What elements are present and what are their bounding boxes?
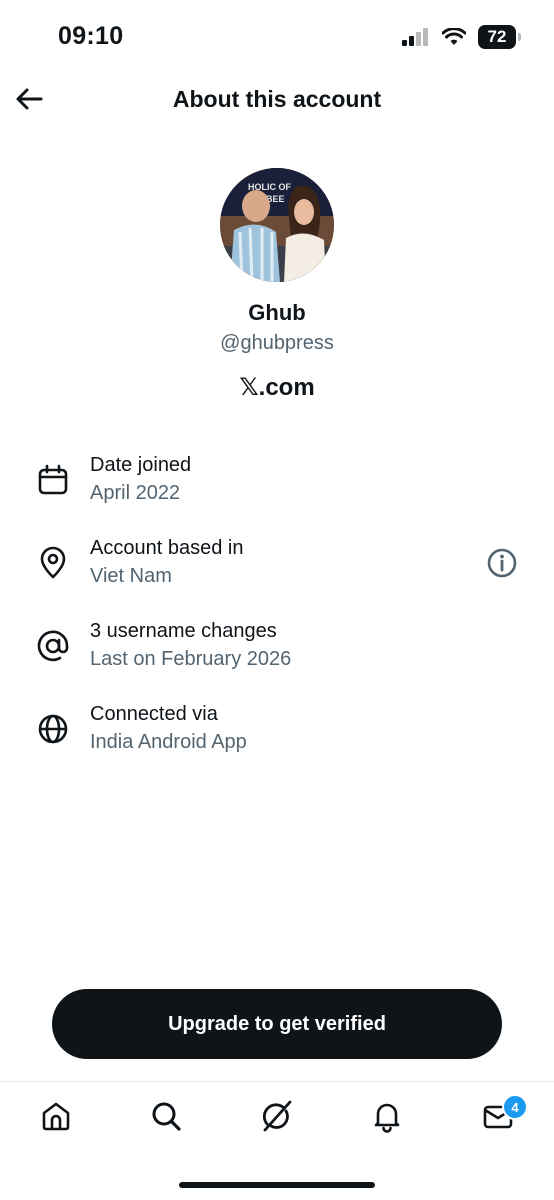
- messages-badge: 4: [502, 1094, 528, 1120]
- tab-messages[interactable]: 4: [478, 1094, 528, 1136]
- detail-title: Account based in: [90, 537, 244, 559]
- site-label: 𝕏.com: [239, 374, 315, 401]
- search-icon: [152, 1102, 181, 1131]
- detail-title: Date joined: [90, 454, 192, 476]
- avatar[interactable]: HOLIC OF EPT BEE: [220, 168, 334, 282]
- home-indicator: [179, 1182, 375, 1188]
- battery-level: 72: [487, 27, 507, 46]
- tab-notifications[interactable]: [367, 1096, 407, 1136]
- detail-row-connected-via: Connected via India Android App: [0, 701, 554, 771]
- globe-icon: [38, 714, 68, 744]
- detail-value: Viet Nam: [90, 565, 172, 587]
- tab-search[interactable]: [146, 1096, 186, 1136]
- username-handle: @ghubpress: [220, 332, 334, 354]
- avatar-photo: HOLIC OF EPT BEE: [220, 168, 334, 282]
- at-sign-icon: [37, 630, 69, 662]
- battery-indicator: 72: [478, 25, 521, 49]
- grok-icon: [262, 1100, 292, 1132]
- tab-home[interactable]: [36, 1096, 76, 1136]
- tab-bar-divider: [0, 1081, 554, 1082]
- home-icon: [42, 1102, 70, 1131]
- detail-row-account-based-in: Account based in Viet Nam: [0, 535, 554, 605]
- status-indicators: 72: [402, 24, 521, 50]
- display-name: Ghub: [248, 300, 306, 325]
- detail-row-username-changes: 3 username changes Last on February 2026: [0, 618, 554, 688]
- detail-value: Last on February 2026: [90, 648, 292, 670]
- wifi-icon: [442, 28, 466, 45]
- detail-value: April 2022: [90, 482, 181, 504]
- upgrade-verified-button[interactable]: Upgrade to get verified: [52, 989, 502, 1059]
- calendar-icon: [38, 464, 68, 495]
- detail-title: 3 username changes: [90, 620, 277, 642]
- status-time: 09:10: [58, 22, 124, 50]
- location-pin-icon: [40, 546, 66, 579]
- info-icon[interactable]: [486, 547, 518, 579]
- cellular-signal-icon: [402, 28, 428, 46]
- detail-value: India Android App: [90, 731, 247, 753]
- detail-title: Connected via: [90, 703, 218, 725]
- page-title: About this account: [172, 86, 382, 112]
- notifications-icon: [374, 1103, 400, 1133]
- tab-grok[interactable]: [257, 1096, 297, 1136]
- detail-row-date-joined: Date joined April 2022: [0, 452, 554, 522]
